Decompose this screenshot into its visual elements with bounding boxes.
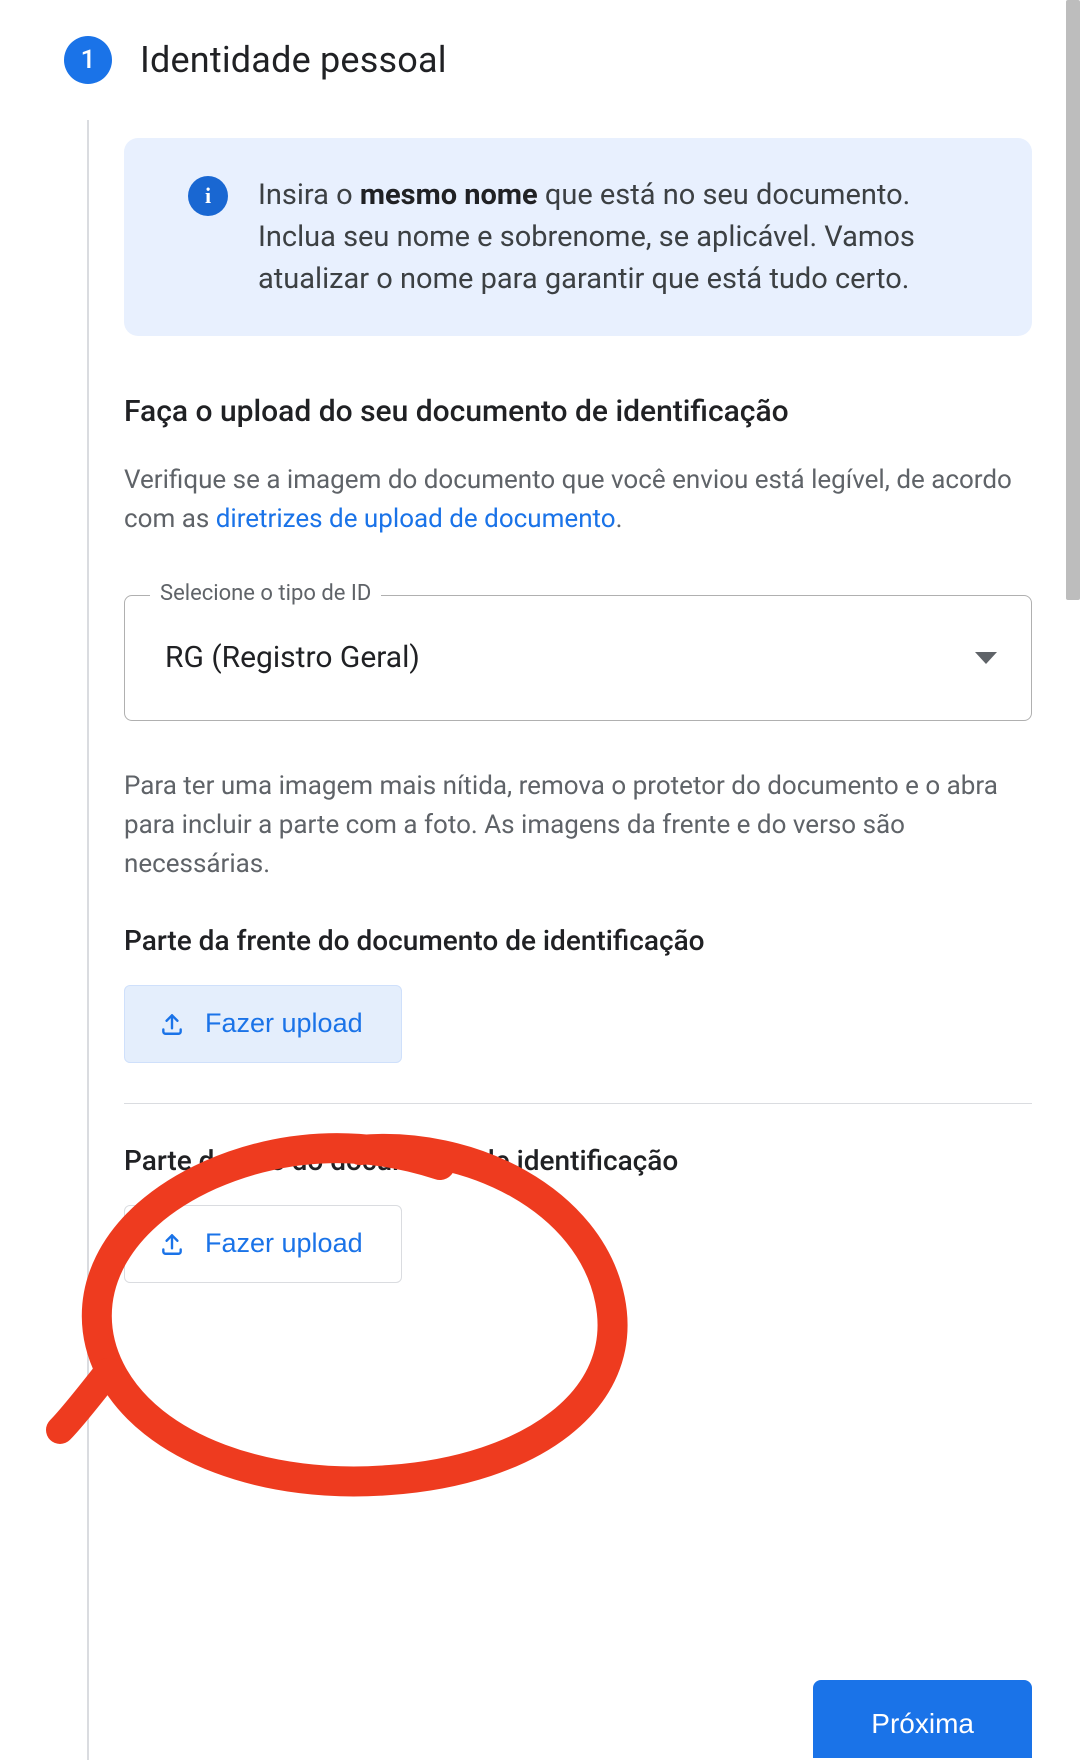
id-type-select-wrap: Selecione o tipo de ID RG (Registro Gera… — [124, 595, 1032, 721]
upload-section-title: Faça o upload do seu documento de identi… — [124, 392, 1032, 433]
step-vertical-line — [87, 120, 89, 1760]
guidelines-link[interactable]: diretrizes de upload de documento — [216, 504, 616, 534]
id-type-select[interactable]: RG (Registro Geral) — [124, 595, 1032, 721]
id-type-select-value: RG (Registro Geral) — [165, 640, 420, 675]
info-text: Insira o mesmo nome que está no seu docu… — [258, 174, 996, 300]
scrollbar[interactable] — [1066, 0, 1080, 600]
step-number-badge: 1 — [64, 36, 112, 84]
id-type-select-label: Selecione o tipo de ID — [150, 581, 381, 606]
upload-back-button[interactable]: Fazer upload — [124, 1205, 402, 1283]
info-icon: i — [188, 176, 228, 216]
next-button[interactable]: Próxima — [813, 1680, 1032, 1758]
front-label: Parte da frente do documento de identifi… — [124, 924, 1032, 957]
chevron-down-icon — [975, 652, 997, 664]
verify-text-after: . — [616, 504, 623, 534]
step-header: 1 Identidade pessoal — [0, 0, 1080, 84]
info-callout: i Insira o mesmo nome que está no seu do… — [124, 138, 1032, 336]
upload-icon — [159, 1231, 185, 1257]
upload-front-button[interactable]: Fazer upload — [124, 985, 402, 1063]
content-area: i Insira o mesmo nome que está no seu do… — [124, 84, 1032, 1283]
back-label: Parte de trás do documento de identifica… — [124, 1144, 1032, 1177]
upload-front-button-label: Fazer upload — [205, 1008, 363, 1039]
divider — [124, 1103, 1032, 1104]
verify-text: Verifique se a imagem do documento que v… — [124, 461, 1032, 539]
step-title: Identidade pessoal — [140, 39, 447, 81]
upload-back-button-label: Fazer upload — [205, 1228, 363, 1259]
upload-icon — [159, 1011, 185, 1037]
info-text-before: Insira o — [258, 178, 360, 212]
info-text-bold: mesmo nome — [360, 178, 538, 212]
clarity-hint: Para ter uma imagem mais nítida, remova … — [124, 767, 1032, 884]
